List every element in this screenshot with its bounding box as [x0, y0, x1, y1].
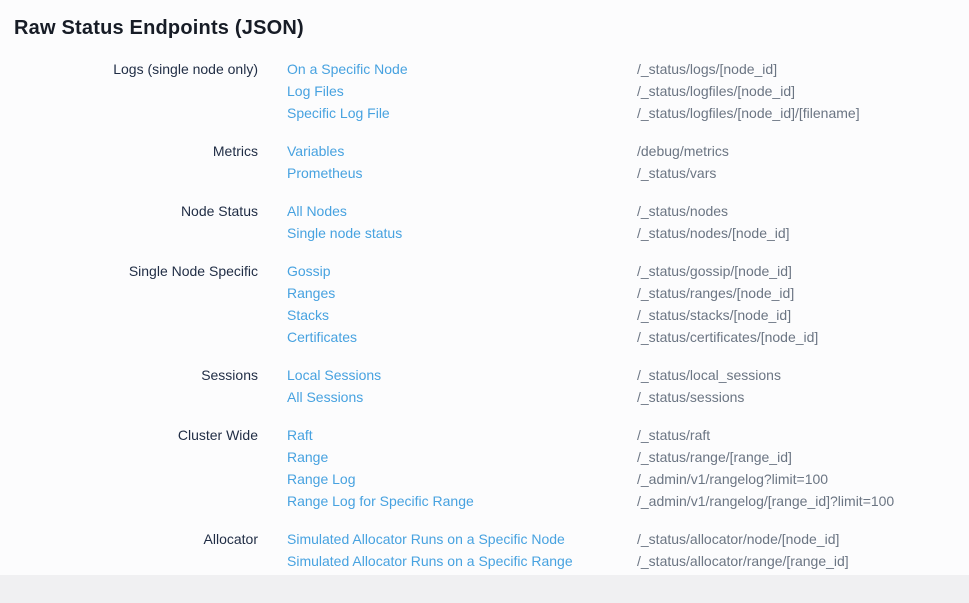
endpoint-path: /_status/sessions: [637, 386, 781, 408]
endpoint-paths-column: /_status/gossip/[node_id]/_status/ranges…: [637, 260, 818, 348]
endpoint-paths-column: /_status/allocator/node/[node_id]/_statu…: [637, 528, 849, 572]
endpoint-link[interactable]: Stacks: [287, 304, 329, 326]
endpoint-link[interactable]: Range Log: [287, 468, 356, 490]
endpoint-path: /_status/logfiles/[node_id]: [637, 80, 860, 102]
endpoint-group-row: Node StatusAll NodesSingle node status/_…: [14, 200, 969, 244]
endpoint-path: /debug/metrics: [637, 140, 729, 162]
endpoint-link[interactable]: Gossip: [287, 260, 331, 282]
endpoint-path: /_admin/v1/rangelog?limit=100: [637, 468, 894, 490]
endpoint-category-label: Node Status: [14, 200, 258, 222]
endpoint-group-row: SessionsLocal SessionsAll Sessions/_stat…: [14, 364, 969, 408]
endpoint-link[interactable]: Range Log for Specific Range: [287, 490, 474, 512]
endpoint-link[interactable]: Variables: [287, 140, 344, 162]
endpoint-link[interactable]: Prometheus: [287, 162, 362, 184]
endpoint-path: /_status/logfiles/[node_id]/[filename]: [637, 102, 860, 124]
endpoint-path: /_status/vars: [637, 162, 729, 184]
endpoint-group-row: Single Node Specific GossipRangesStacksCe…: [14, 260, 969, 348]
endpoint-link[interactable]: All Sessions: [287, 386, 363, 408]
endpoint-group-row: Allocator Simulated Allocator Runs on a S…: [14, 528, 969, 572]
endpoint-link[interactable]: Local Sessions: [287, 364, 381, 386]
endpoint-path: /_status/local_sessions: [637, 364, 781, 386]
endpoint-path: /_status/nodes/[node_id]: [637, 222, 790, 244]
endpoint-paths-column: /_status/raft/_status/range/[range_id]/_…: [637, 424, 894, 512]
endpoint-link[interactable]: Raft: [287, 424, 313, 446]
endpoint-path: /_status/allocator/range/[range_id]: [637, 550, 849, 572]
endpoint-group-row: Logs (single node only) On a Specific Nod…: [14, 58, 969, 124]
endpoint-link[interactable]: Ranges: [287, 282, 335, 304]
endpoint-paths-column: /_status/logs/[node_id]/_status/logfiles…: [637, 58, 860, 124]
endpoint-category-label: Metrics: [14, 140, 258, 162]
endpoint-category-label: Cluster Wide: [14, 424, 258, 446]
endpoint-path: /_status/range/[range_id]: [637, 446, 894, 468]
endpoint-category-label: Sessions: [14, 364, 258, 386]
endpoint-links-column: All NodesSingle node status: [287, 200, 637, 244]
endpoint-link[interactable]: Simulated Allocator Runs on a Specific R…: [287, 550, 573, 572]
endpoint-links-column: Local SessionsAll Sessions: [287, 364, 637, 408]
endpoint-path: /_status/logs/[node_id]: [637, 58, 860, 80]
endpoint-path: /_status/nodes: [637, 200, 790, 222]
endpoint-links-column: RaftRangeRange LogRange Log for Specific…: [287, 424, 637, 512]
endpoint-links-column: GossipRangesStacksCertificates: [287, 260, 637, 348]
endpoint-link[interactable]: Single node status: [287, 222, 402, 244]
endpoint-link[interactable]: Specific Log File: [287, 102, 390, 124]
endpoint-path: /_status/certificates/[node_id]: [637, 326, 818, 348]
endpoint-groups: Logs (single node only) On a Specific Nod…: [14, 58, 969, 572]
endpoint-paths-column: /_status/nodes/_status/nodes/[node_id]: [637, 200, 790, 244]
endpoint-category-label: Single Node Specific: [14, 260, 258, 282]
endpoint-category-label: Logs (single node only): [14, 58, 258, 80]
endpoint-link[interactable]: Simulated Allocator Runs on a Specific N…: [287, 528, 565, 550]
endpoint-path: /_status/raft: [637, 424, 894, 446]
endpoint-category-label: Allocator: [14, 528, 258, 550]
endpoint-links-column: VariablesPrometheus: [287, 140, 637, 184]
endpoint-path: /_status/ranges/[node_id]: [637, 282, 818, 304]
endpoint-group-row: Cluster Wide RaftRangeRange LogRange Log …: [14, 424, 969, 512]
endpoint-paths-column: /debug/metrics/_status/vars: [637, 140, 729, 184]
endpoint-path: /_admin/v1/rangelog/[range_id]?limit=100: [637, 490, 894, 512]
raw-status-endpoints-page: Raw Status Endpoints (JSON) Logs (single…: [0, 0, 969, 575]
endpoint-link[interactable]: On a Specific Node: [287, 58, 408, 80]
endpoint-path: /_status/stacks/[node_id]: [637, 304, 818, 326]
endpoint-paths-column: /_status/local_sessions/_status/sessions: [637, 364, 781, 408]
endpoint-link[interactable]: Certificates: [287, 326, 357, 348]
endpoint-link[interactable]: Log Files: [287, 80, 344, 102]
endpoint-path: /_status/gossip/[node_id]: [637, 260, 818, 282]
endpoint-links-column: Simulated Allocator Runs on a Specific N…: [287, 528, 637, 572]
endpoint-link[interactable]: Range: [287, 446, 328, 468]
endpoint-links-column: On a Specific NodeLog FilesSpecific Log …: [287, 58, 637, 124]
endpoint-path: /_status/allocator/node/[node_id]: [637, 528, 849, 550]
page-title: Raw Status Endpoints (JSON): [14, 14, 969, 42]
endpoint-link[interactable]: All Nodes: [287, 200, 347, 222]
bottom-background-strip: [0, 575, 969, 603]
endpoint-group-row: Metrics VariablesPrometheus/debug/metrics…: [14, 140, 969, 184]
